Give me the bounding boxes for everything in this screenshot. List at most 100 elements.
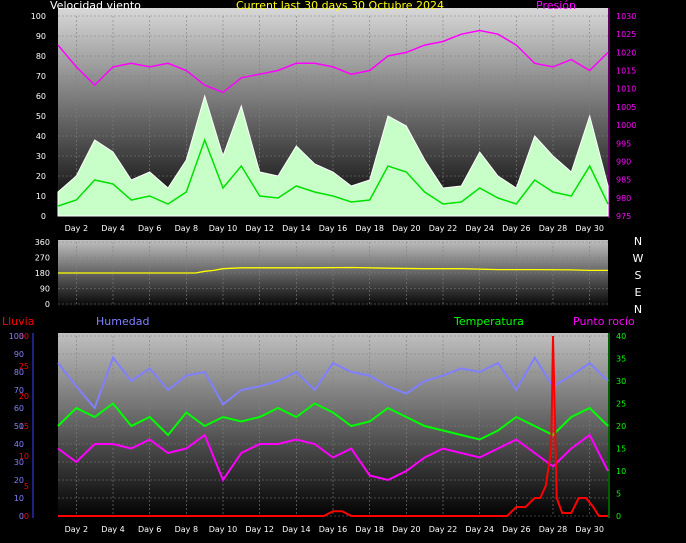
pressure-label: Presión bbox=[536, 0, 576, 12]
x-tick-label: Day 14 bbox=[282, 224, 311, 233]
y-tick-label: 30 bbox=[14, 458, 24, 467]
x-tick-label: Day 22 bbox=[429, 224, 458, 233]
x-tick-label: Day 12 bbox=[245, 224, 274, 233]
compass-label: S bbox=[635, 269, 642, 282]
y-tick-label: 270 bbox=[35, 254, 50, 263]
x-tick-label: Day 16 bbox=[319, 525, 348, 534]
y-tick-label: 100 bbox=[9, 332, 24, 341]
x-tick-label: Day 20 bbox=[392, 224, 421, 233]
y-tick-label: 35 bbox=[616, 355, 626, 364]
y-tick-label: 20 bbox=[36, 172, 46, 181]
rain-label: Lluvia bbox=[2, 315, 34, 328]
x-tick-label: Day 10 bbox=[209, 224, 238, 233]
y-tick-label: 40 bbox=[14, 440, 24, 449]
x-tick-label: Day 8 bbox=[175, 224, 198, 233]
wind-speed-axis: 1009080706050403020100 bbox=[31, 12, 46, 221]
y-tick-label: 50 bbox=[14, 422, 24, 431]
y-tick-label: 60 bbox=[14, 404, 24, 413]
y-tick-label: 1020 bbox=[616, 48, 636, 57]
y-tick-label: 985 bbox=[616, 176, 631, 185]
y-tick-label: 30 bbox=[36, 152, 46, 161]
y-tick-label: 20 bbox=[14, 476, 24, 485]
humidity-label: Humedad bbox=[96, 315, 149, 328]
x-tick-label: Day 26 bbox=[502, 525, 531, 534]
x-tick-label: Day 10 bbox=[209, 525, 238, 534]
y-tick-label: 0 bbox=[45, 300, 50, 309]
y-tick-label: 25 bbox=[616, 400, 626, 409]
x-tick-label: Day 8 bbox=[175, 525, 198, 534]
y-tick-label: 1005 bbox=[616, 103, 636, 112]
direction-axis: 360 270 180 90 0 bbox=[35, 238, 50, 309]
y-tick-label: 360 bbox=[35, 238, 50, 247]
compass-label: N bbox=[634, 235, 642, 248]
compass-label: N bbox=[634, 303, 642, 316]
compass-label: W bbox=[633, 252, 644, 265]
y-tick-label: 90 bbox=[14, 350, 24, 359]
y-tick-label: 40 bbox=[36, 132, 46, 141]
y-tick-label: 990 bbox=[616, 157, 631, 166]
y-tick-label: 180 bbox=[35, 269, 50, 278]
y-tick-label: 995 bbox=[616, 139, 631, 148]
x-tick-label: Day 30 bbox=[575, 525, 604, 534]
y-tick-label: 10 bbox=[36, 192, 46, 201]
y-tick-label: 80 bbox=[36, 52, 46, 61]
x-tick-label: Day 28 bbox=[539, 224, 568, 233]
weather-chart: 1009080706050403020100 10301025102010151… bbox=[2, 0, 644, 534]
y-tick-label: 5 bbox=[616, 490, 621, 499]
x-tick-label: Day 18 bbox=[355, 224, 384, 233]
y-tick-label: 0 bbox=[41, 212, 46, 221]
y-tick-label: 975 bbox=[616, 212, 631, 221]
y-tick-label: 980 bbox=[616, 194, 631, 203]
y-tick-label: 10 bbox=[616, 467, 626, 476]
y-tick-label: 70 bbox=[36, 72, 46, 81]
x-tick-label: Day 22 bbox=[429, 525, 458, 534]
y-tick-label: 0 bbox=[24, 512, 29, 521]
x-tick-label: Day 30 bbox=[575, 224, 604, 233]
temp-x-axis: Day 2 Day 4 Day 6 Day 8 Day 10 Day 12 Day 14 Da… bbox=[65, 525, 604, 534]
y-tick-label: 1000 bbox=[616, 121, 636, 130]
compass-label: E bbox=[635, 286, 642, 299]
x-tick-label: Day 4 bbox=[101, 224, 124, 233]
y-tick-label: 100 bbox=[31, 12, 46, 21]
y-tick-label: 70 bbox=[14, 386, 24, 395]
y-tick-label: 40 bbox=[616, 332, 626, 341]
y-tick-label: 80 bbox=[14, 368, 24, 377]
y-tick-label: 1025 bbox=[616, 30, 636, 39]
y-tick-label: 10 bbox=[14, 494, 24, 503]
x-tick-label: Day 18 bbox=[355, 525, 384, 534]
y-tick-label: 60 bbox=[36, 92, 46, 101]
dewpoint-label: Punto rocío bbox=[573, 315, 635, 328]
wind-speed-label: Velocidad viento bbox=[50, 0, 141, 12]
y-tick-label: 1010 bbox=[616, 85, 636, 94]
wind-x-axis: Day 2 Day 4 Day 6 Day 8 Day 10 Day 12 Day 14 Da… bbox=[65, 224, 604, 233]
y-tick-label: 30 bbox=[616, 377, 626, 386]
temperature-axis: 40 35 30 25 20 15 10 5 0 bbox=[616, 332, 626, 521]
y-tick-label: 5 bbox=[24, 482, 29, 491]
x-tick-label: Day 28 bbox=[539, 525, 568, 534]
humidity-axis: 1009080706050403020100 bbox=[9, 332, 24, 521]
y-tick-label: 50 bbox=[36, 112, 46, 121]
y-tick-label: 1030 bbox=[616, 12, 636, 21]
x-tick-label: Day 12 bbox=[245, 525, 274, 534]
x-tick-label: Day 24 bbox=[465, 525, 494, 534]
y-tick-label: 20 bbox=[616, 422, 626, 431]
x-tick-label: Day 2 bbox=[65, 224, 88, 233]
pressure-axis: 1030 1025 1020 1015 1010 1005 1000 995 990 985 980… bbox=[616, 12, 636, 221]
x-tick-label: Day 4 bbox=[101, 525, 124, 534]
x-tick-label: Day 24 bbox=[465, 224, 494, 233]
y-tick-label: 1015 bbox=[616, 67, 636, 76]
x-tick-label: Day 6 bbox=[138, 525, 161, 534]
x-tick-label: Day 20 bbox=[392, 525, 421, 534]
x-tick-label: Day 16 bbox=[319, 224, 348, 233]
y-tick-label: 90 bbox=[40, 285, 50, 294]
y-tick-label: 90 bbox=[36, 32, 46, 41]
x-tick-label: Day 26 bbox=[502, 224, 531, 233]
x-tick-label: Day 2 bbox=[65, 525, 88, 534]
compass-labels: NWSEN bbox=[633, 235, 644, 316]
y-tick-label: 0 bbox=[19, 512, 24, 521]
y-tick-label: 0 bbox=[616, 512, 621, 521]
x-tick-label: Day 14 bbox=[282, 525, 311, 534]
chart-title: Current last 30 days 30 Octubre 2024 bbox=[236, 0, 444, 12]
x-tick-label: Day 6 bbox=[138, 224, 161, 233]
y-tick-label: 15 bbox=[616, 445, 626, 454]
